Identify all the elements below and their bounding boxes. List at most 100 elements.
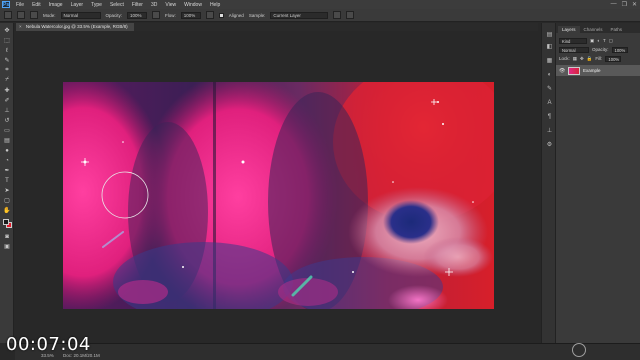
tools-panel: ✥ ⬚ ℓ ✎ ⌗ ⌿ ✚ ✐ ⊥ ↺ ▭ ▤ ● ◔ ✒ T ➤ ▢ ✋ ◙ … [0,23,14,343]
menu-image[interactable]: Image [49,2,63,8]
menu-edit[interactable]: Edit [32,2,41,8]
visibility-eye-icon[interactable]: 👁 [559,68,565,74]
flow-field[interactable]: 100% [180,11,201,19]
menu-type[interactable]: Type [91,2,102,8]
hand-icon[interactable]: ✋ [3,207,11,214]
swatches-panel-icon[interactable]: ▦ [546,57,553,64]
blend-mode-select[interactable]: Normal [559,46,589,53]
adjustments-panel-icon[interactable]: ◐ [546,71,553,78]
pressure-size-icon[interactable] [346,11,355,19]
layer-opacity-field[interactable]: 100% [611,46,628,53]
aligned-checkbox[interactable] [218,12,224,18]
flow-label: Flow: [165,12,176,18]
brush-icon[interactable]: ✐ [3,97,11,104]
layer-row-example[interactable]: 👁 Example [556,65,640,76]
layers-panel: Layers Channels Paths Kind ▣ ◐ T ▢ Norma… [556,23,640,343]
opacity-label: Opacity: [592,47,609,52]
eyedropper-icon[interactable]: ⌿ [3,77,11,84]
status-bar: 33.5% Doc: 20.1M/20.1M [15,343,640,360]
history-brush-icon[interactable]: ↺ [3,117,11,124]
brush-size-icon[interactable] [17,11,25,19]
mode-label: Mode: [43,12,56,18]
close-icon[interactable]: ✕ [632,1,637,8]
eraser-icon[interactable]: ▭ [3,127,11,134]
panel-dock-strip: ▤ ◧ ▦ ◐ ✎ A ¶ ⊥ ⚙ [541,23,556,343]
photoshop-logo-icon: Ps [2,1,10,8]
clone-source-panel-icon[interactable] [30,11,38,19]
watermark-logo-icon [572,343,586,357]
healing-icon[interactable]: ✚ [3,87,11,94]
opacity-field[interactable]: 100% [127,11,148,19]
lock-fill-row: Lock: ▦ ✥ 🔒 Fill: 100% [556,54,640,63]
dodge-icon[interactable]: ◔ [3,157,11,164]
panel-tabs: Layers Channels Paths [556,23,640,33]
path-select-icon[interactable]: ➤ [3,187,11,194]
screen-mode-icon[interactable]: ▣ [3,243,11,250]
filter-pixel-icon[interactable]: ▣ [590,38,594,44]
brush-panel-icon[interactable]: ✎ [546,85,553,92]
blur-icon[interactable]: ● [3,147,11,154]
airbrush-icon[interactable] [205,11,214,19]
lock-label: Lock: [559,56,570,61]
filter-adjustment-icon[interactable]: ◐ [597,38,600,43]
paragraph-panel-icon[interactable]: ¶ [546,113,553,120]
menu-view[interactable]: View [165,2,176,8]
marquee-icon[interactable]: ⬚ [3,37,11,44]
quick-select-icon[interactable]: ✎ [3,57,11,64]
nebula-artwork-canvas[interactable] [63,82,494,309]
document-tab[interactable]: × Nebula Watercolor.jpg @ 33.5% (Example… [16,23,134,31]
tab-close-icon[interactable]: × [19,24,22,29]
sample-select[interactable]: Current Layer [270,11,329,19]
lock-pixels-icon[interactable]: ▦ [573,56,577,62]
menu-window[interactable]: Window [184,2,202,8]
layer-kind-filter[interactable]: Kind [559,37,587,44]
menu-select[interactable]: Select [110,2,124,8]
sample-label: Sample: [248,12,266,18]
blend-opacity-row: Normal Opacity: 100% [556,45,640,54]
clone-stamp-icon[interactable]: ⊥ [3,107,11,114]
layer-thumbnail [568,66,580,75]
lock-all-icon[interactable]: 🔒 [587,56,593,62]
clone-source-panel-icon[interactable]: ⊥ [546,127,553,134]
clone-stamp-preset-icon[interactable] [4,11,12,19]
layer-fill-field[interactable]: 100% [605,55,622,62]
document-tab-bar: × Nebula Watercolor.jpg @ 33.5% (Example… [16,23,538,31]
menu-help[interactable]: Help [210,2,220,8]
menu-filter[interactable]: Filter [132,2,143,8]
document-title: Nebula Watercolor.jpg @ 33.5% (Example, … [25,24,128,29]
tab-channels[interactable]: Channels [580,26,607,33]
shape-icon[interactable]: ▢ [3,197,11,204]
lasso-icon[interactable]: ℓ [3,47,11,54]
tool-presets-panel-icon[interactable]: ⚙ [546,141,553,148]
foreground-color-swatch[interactable] [3,219,9,225]
crop-icon[interactable]: ⌗ [3,67,11,74]
lock-position-icon[interactable]: ✥ [580,56,584,62]
fill-label: Fill: [595,56,603,61]
pen-icon[interactable]: ✒ [3,167,11,174]
layer-name[interactable]: Example [583,68,601,73]
options-bar: Mode: Normal Opacity: 100% Flow: 100% Al… [0,9,640,22]
menu-layer[interactable]: Layer [71,2,84,8]
layer-filter-row: Kind ▣ ◐ T ▢ [556,36,640,45]
character-panel-icon[interactable]: A [546,99,553,106]
tab-layers[interactable]: Layers [558,26,580,33]
menu-3d[interactable]: 3D [151,2,157,8]
filter-shape-icon[interactable]: ▢ [609,38,613,44]
minimize-icon[interactable]: — [611,1,617,8]
restore-icon[interactable]: ❐ [622,1,627,8]
properties-panel-icon[interactable]: ◧ [546,43,553,50]
tab-paths[interactable]: Paths [607,26,627,33]
move-icon[interactable]: ✥ [3,27,11,34]
opacity-label: Opacity: [105,12,123,18]
quick-mask-icon[interactable]: ◙ [3,233,11,240]
filter-type-icon[interactable]: T [603,38,606,43]
pressure-opacity-icon[interactable] [152,11,161,19]
mode-select[interactable]: Normal [60,11,101,19]
type-icon[interactable]: T [3,177,11,184]
gradient-icon[interactable]: ▤ [3,137,11,144]
aligned-label: Aligned [228,12,244,18]
menu-file[interactable]: File [16,2,24,8]
ignore-adjustment-layers-icon[interactable] [333,11,342,19]
history-panel-icon[interactable]: ▤ [546,31,553,38]
menu-bar: Ps File Edit Image Layer Type Select Fil… [0,0,640,9]
